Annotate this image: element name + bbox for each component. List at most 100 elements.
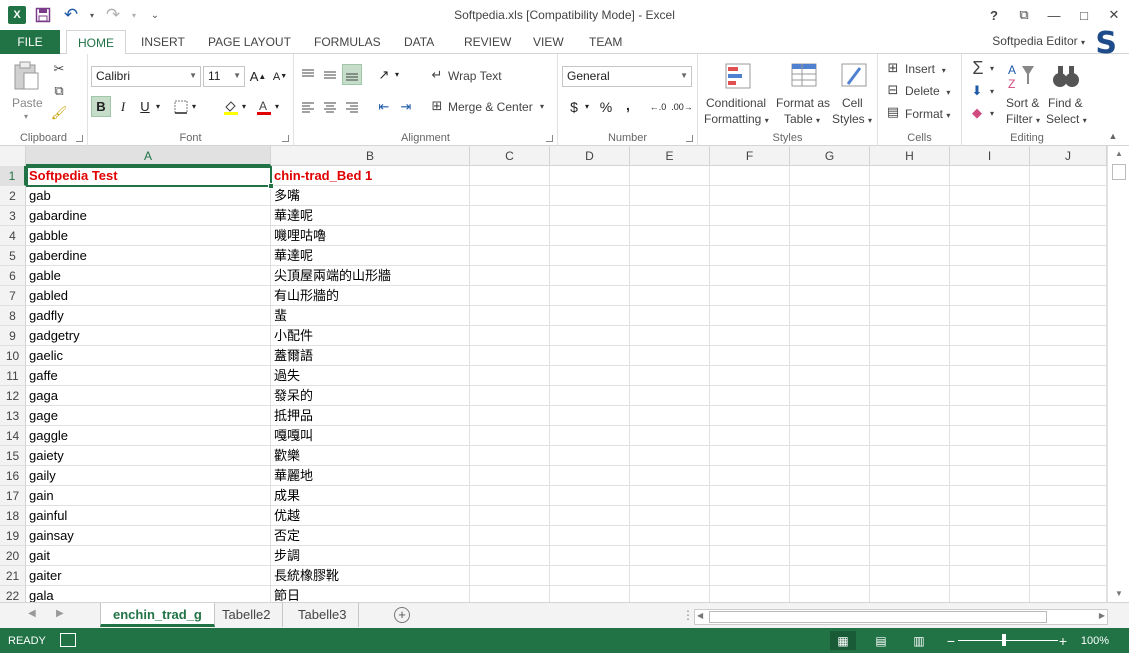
cell-a[interactable]: Softpedia Test	[26, 166, 271, 186]
sort-filter-label-2[interactable]: Filter ▾	[1006, 112, 1040, 126]
tab-view[interactable]: VIEW	[533, 30, 564, 54]
cell-b[interactable]: 成果	[271, 486, 470, 506]
paste-dropdown-icon[interactable]: ▾	[24, 112, 28, 121]
font-size-combo[interactable]: 11 ▼	[203, 66, 245, 87]
empty-cell[interactable]	[470, 426, 550, 446]
empty-cell[interactable]	[710, 406, 790, 426]
empty-cell[interactable]	[470, 306, 550, 326]
empty-cell[interactable]	[790, 586, 870, 602]
empty-cell[interactable]	[790, 186, 870, 206]
empty-cell[interactable]	[710, 566, 790, 586]
italic-button[interactable]: I	[113, 96, 133, 117]
cell-b[interactable]: chin-trad_Bed 1	[271, 166, 470, 186]
cell-b[interactable]: 節日	[271, 586, 470, 602]
empty-cell[interactable]	[870, 326, 950, 346]
empty-cell[interactable]	[470, 246, 550, 266]
empty-cell[interactable]	[790, 346, 870, 366]
cell-b[interactable]: 過失	[271, 366, 470, 386]
empty-cell[interactable]	[950, 286, 1030, 306]
row-header[interactable]: 13	[0, 406, 26, 426]
column-header-j[interactable]: J	[1030, 146, 1107, 166]
sheet-tab-enchin-trad-g[interactable]: enchin_trad_g	[100, 603, 215, 627]
scroll-right-icon[interactable]: ▶	[1099, 611, 1105, 620]
empty-cell[interactable]	[790, 166, 870, 186]
empty-cell[interactable]	[950, 206, 1030, 226]
sheet-tab-tabelle2[interactable]: Tabelle2	[210, 603, 284, 627]
empty-cell[interactable]	[870, 346, 950, 366]
column-header-f[interactable]: F	[710, 146, 790, 166]
empty-cell[interactable]	[790, 446, 870, 466]
currency-dropdown-icon[interactable]: ▾	[582, 96, 592, 117]
empty-cell[interactable]	[1030, 446, 1107, 466]
empty-cell[interactable]	[470, 266, 550, 286]
empty-cell[interactable]	[710, 586, 790, 602]
tab-home[interactable]: HOME	[66, 30, 126, 55]
column-header-c[interactable]: C	[470, 146, 550, 166]
tab-review[interactable]: REVIEW	[464, 30, 511, 54]
tab-file[interactable]: FILE	[0, 30, 60, 54]
cell-a[interactable]: gaga	[26, 386, 271, 406]
find-select-label-2[interactable]: Select ▾	[1046, 112, 1087, 126]
empty-cell[interactable]	[1030, 326, 1107, 346]
empty-cell[interactable]	[630, 386, 710, 406]
empty-cell[interactable]	[950, 526, 1030, 546]
clear-icon[interactable]: ◆	[968, 104, 986, 122]
empty-cell[interactable]	[870, 226, 950, 246]
find-select-label-1[interactable]: Find &	[1048, 96, 1083, 110]
empty-cell[interactable]	[870, 426, 950, 446]
row-header[interactable]: 10	[0, 346, 26, 366]
empty-cell[interactable]	[710, 506, 790, 526]
row-header[interactable]: 1	[0, 166, 26, 186]
empty-cell[interactable]	[790, 206, 870, 226]
empty-cell[interactable]	[1030, 166, 1107, 186]
empty-cell[interactable]	[470, 326, 550, 346]
column-header-d[interactable]: D	[550, 146, 630, 166]
fill-icon[interactable]: ⬇	[968, 82, 986, 100]
clipboard-launcher-icon[interactable]	[76, 135, 83, 142]
normal-view-icon[interactable]: ▦	[830, 631, 856, 650]
empty-cell[interactable]	[470, 566, 550, 586]
cell-a[interactable]: gala	[26, 586, 271, 602]
empty-cell[interactable]	[790, 486, 870, 506]
empty-cell[interactable]	[950, 426, 1030, 446]
empty-cell[interactable]	[870, 206, 950, 226]
empty-cell[interactable]	[950, 586, 1030, 602]
empty-cell[interactable]	[550, 446, 630, 466]
empty-cell[interactable]	[630, 266, 710, 286]
empty-cell[interactable]	[950, 566, 1030, 586]
scroll-down-icon[interactable]: ▼	[1112, 586, 1126, 602]
empty-cell[interactable]	[870, 166, 950, 186]
horizontal-scrollbar[interactable]: ◀ ▶	[694, 609, 1108, 625]
tab-data[interactable]: DATA	[404, 30, 434, 54]
cell-b[interactable]: 步調	[271, 546, 470, 566]
empty-cell[interactable]	[1030, 526, 1107, 546]
cell-b[interactable]: 華達呢	[271, 246, 470, 266]
align-center-icon[interactable]	[320, 96, 340, 117]
empty-cell[interactable]	[870, 566, 950, 586]
empty-cell[interactable]	[790, 326, 870, 346]
merge-center-button[interactable]: Merge & Center	[448, 100, 533, 114]
empty-cell[interactable]	[550, 306, 630, 326]
empty-cell[interactable]	[710, 346, 790, 366]
font-launcher-icon[interactable]	[282, 135, 289, 142]
empty-cell[interactable]	[710, 226, 790, 246]
empty-cell[interactable]	[630, 546, 710, 566]
empty-cell[interactable]	[630, 346, 710, 366]
prev-sheet-icon[interactable]: ◀	[28, 608, 36, 619]
paste-label[interactable]: Paste	[12, 96, 43, 110]
empty-cell[interactable]	[1030, 366, 1107, 386]
cell-styles-label-1[interactable]: Cell	[842, 96, 863, 110]
select-all-corner[interactable]	[0, 146, 26, 166]
empty-cell[interactable]	[630, 326, 710, 346]
cell-b[interactable]: 蜚	[271, 306, 470, 326]
column-header-a[interactable]: A	[26, 146, 271, 166]
row-header[interactable]: 11	[0, 366, 26, 386]
empty-cell[interactable]	[550, 486, 630, 506]
cell-b[interactable]: 优越	[271, 506, 470, 526]
tab-insert[interactable]: INSERT	[141, 30, 185, 54]
empty-cell[interactable]	[870, 246, 950, 266]
empty-cell[interactable]	[630, 426, 710, 446]
empty-cell[interactable]	[950, 506, 1030, 526]
empty-cell[interactable]	[710, 446, 790, 466]
increase-decimal-icon[interactable]: ←.0	[648, 96, 668, 117]
